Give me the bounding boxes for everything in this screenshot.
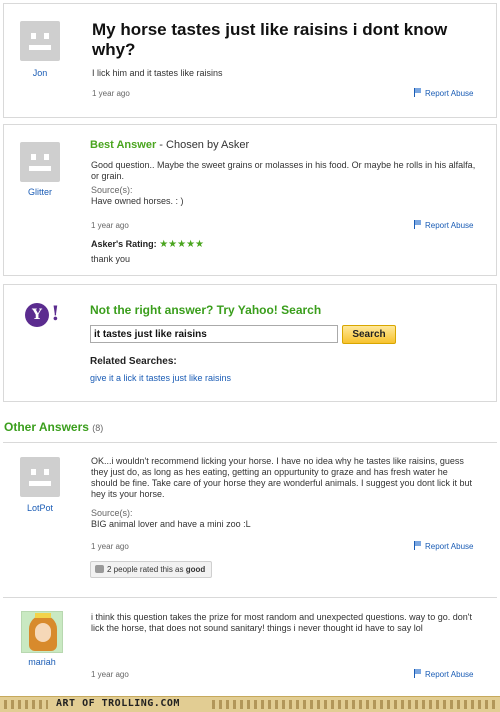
flag-icon [414, 220, 422, 229]
avatar-default-icon[interactable] [20, 142, 60, 182]
report-abuse-link[interactable]: Report Abuse [414, 669, 473, 679]
divider [3, 597, 497, 598]
search-button[interactable]: Search [342, 325, 396, 344]
flag-icon [414, 669, 422, 678]
yahoo-search-panel [3, 284, 497, 402]
answer-time: 1 year ago [91, 542, 129, 551]
ornament-swirl-icon [4, 700, 48, 709]
avatar-default-icon[interactable] [20, 457, 60, 497]
report-abuse-link[interactable]: Report Abuse [414, 220, 473, 230]
divider [3, 442, 497, 443]
avatar-princess-icon[interactable] [21, 611, 63, 653]
star-rating-icon: ★★★★★ [159, 239, 205, 250]
source-label: Source(s): [91, 508, 133, 518]
answer-text: OK...i wouldn't recommend licking your h… [91, 456, 473, 499]
answer-count: (8) [92, 423, 104, 433]
related-search-link[interactable]: give it a lick it tastes just like raisi… [90, 373, 231, 383]
asker-rating: Asker's Rating: ★★★★★ [91, 239, 205, 250]
flag-icon [414, 541, 422, 550]
ornament-swirl-icon [212, 700, 496, 709]
thumbs-up-icon [95, 565, 104, 573]
source-text: BIG animal lover and have a mini zoo :L [91, 519, 251, 529]
avatar-default-icon[interactable] [20, 21, 60, 61]
answerer-name[interactable]: LotPot [10, 503, 70, 513]
report-abuse-link[interactable]: Report Abuse [414, 88, 473, 98]
search-heading: Not the right answer? Try Yahoo! Search [90, 303, 322, 317]
best-answer-heading: Best Answer - Chosen by Asker [90, 139, 250, 151]
source-label: Source(s): [91, 185, 133, 195]
search-input[interactable] [90, 325, 338, 343]
report-abuse-link[interactable]: Report Abuse [414, 541, 473, 551]
answer-text: i think this question takes the prize fo… [91, 612, 472, 633]
watermark-text: ART OF TROLLING.COM [56, 698, 180, 709]
asker-name[interactable]: Jon [10, 68, 70, 78]
yahoo-logo-icon: Y ! [25, 301, 63, 327]
question-details: I lick him and it tastes like raisins [92, 68, 223, 78]
best-answer-panel [3, 124, 497, 276]
other-answers-heading: Other Answers (8) [4, 420, 104, 434]
best-answer-text: Good question.. Maybe the sweet grains o… [91, 160, 476, 181]
answerer-name[interactable]: mariah [12, 657, 72, 667]
answerer-name[interactable]: Glitter [10, 187, 70, 197]
related-searches-heading: Related Searches: [90, 356, 177, 367]
question-title: My horse tastes just like raisins i dont… [92, 20, 448, 59]
rating-comment: thank you [91, 254, 131, 264]
rating-badge[interactable]: 2 people rated this as good [90, 561, 213, 578]
flag-icon [414, 88, 422, 97]
answer-time: 1 year ago [91, 670, 129, 679]
watermark-banner: ART OF TROLLING.COM [0, 696, 500, 712]
source-text: Have owned horses. : ) [91, 196, 184, 206]
question-time: 1 year ago [92, 89, 130, 98]
answer-time: 1 year ago [91, 221, 129, 230]
